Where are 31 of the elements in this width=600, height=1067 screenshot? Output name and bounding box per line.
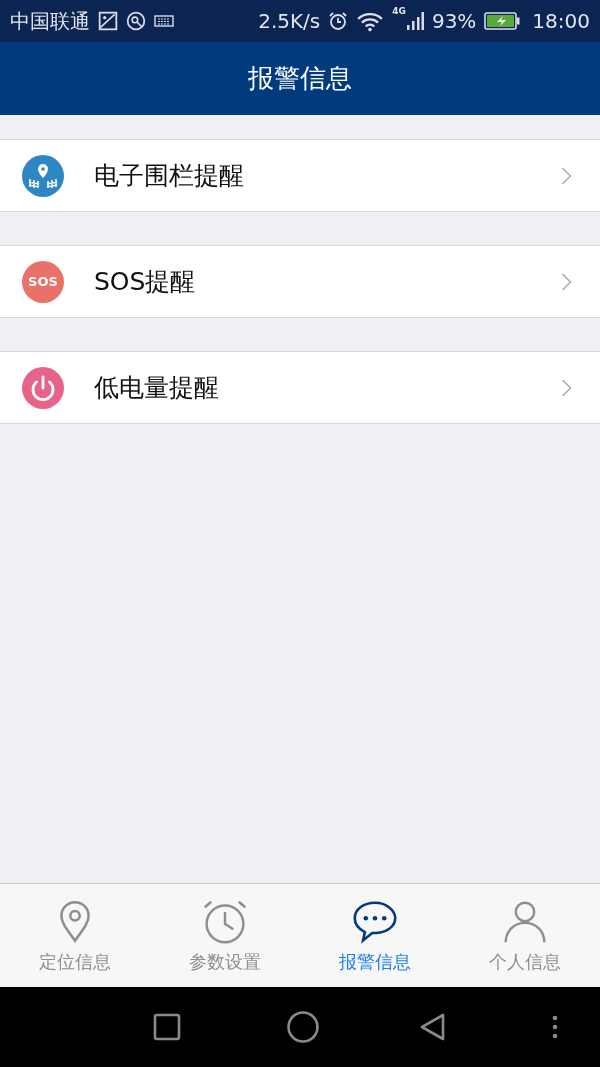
item-label: 电子围栏提醒 bbox=[94, 160, 245, 192]
sos-icon: SOS bbox=[22, 260, 64, 303]
item-label: SOS提醒 bbox=[94, 266, 197, 298]
tab[interactable]: 报警信息 bbox=[300, 884, 450, 987]
page-title: 报警信息 bbox=[248, 62, 352, 95]
network-speed: 2.5K/s bbox=[258, 9, 321, 33]
tab[interactable]: 个人信息 bbox=[450, 884, 600, 987]
carrier-name: 中国联通 bbox=[10, 7, 90, 35]
battery-icon bbox=[484, 11, 521, 31]
recent-apps-button[interactable] bbox=[152, 1012, 182, 1042]
tab[interactable]: 定位信息 bbox=[0, 884, 150, 987]
fence-pin-icon bbox=[22, 154, 64, 197]
home-button[interactable] bbox=[286, 1010, 320, 1044]
more-options-button[interactable] bbox=[552, 1015, 558, 1039]
chevron-right-icon bbox=[561, 378, 572, 397]
tab[interactable]: 参数设置 bbox=[150, 884, 300, 987]
alert-list-item[interactable]: SOS SOS提醒 bbox=[0, 245, 600, 318]
circle-icon bbox=[126, 11, 146, 31]
wifi-icon bbox=[356, 10, 385, 32]
item-label: 低电量提醒 bbox=[94, 372, 220, 404]
image-icon bbox=[98, 11, 118, 31]
battery-percent: 93% bbox=[431, 9, 477, 33]
power-icon bbox=[22, 366, 64, 409]
network-type: 4G bbox=[392, 6, 406, 16]
signal-icon bbox=[405, 11, 424, 31]
alarm-clock-icon bbox=[328, 11, 349, 31]
chevron-right-icon bbox=[561, 272, 572, 291]
chevron-right-icon bbox=[561, 166, 572, 185]
clock-time: 18:00 bbox=[532, 9, 590, 33]
alert-list-item[interactable]: 低电量提醒 bbox=[0, 351, 600, 424]
alert-list-item[interactable]: 电子围栏提醒 bbox=[0, 139, 600, 212]
